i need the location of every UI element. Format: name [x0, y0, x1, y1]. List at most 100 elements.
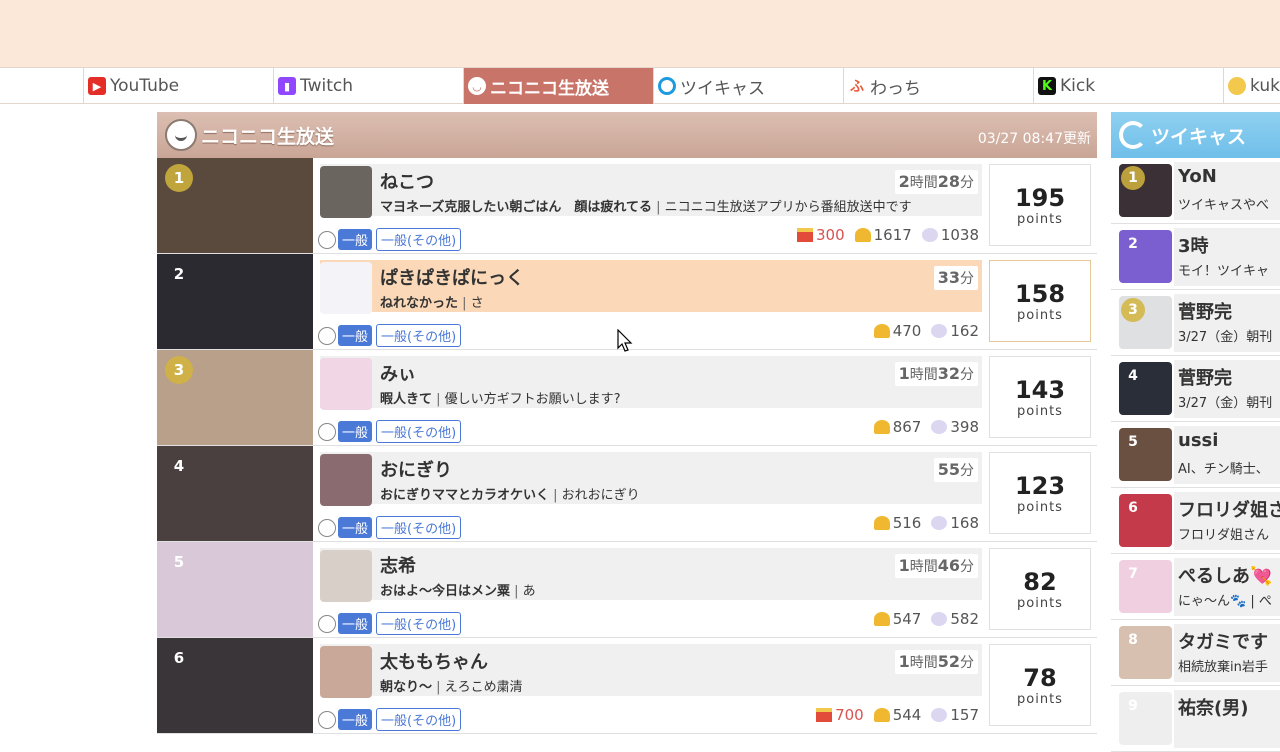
comment-stat: 1038	[921, 226, 979, 244]
side-ranking-row[interactable]: 9 祐奈(男)	[1111, 686, 1280, 752]
side-streamer-name[interactable]: 菅野完	[1178, 364, 1232, 390]
stream-stats: 300 1617 1038	[796, 226, 979, 244]
points-box: 82 points	[989, 548, 1091, 630]
subcategory-badge[interactable]: 一般(その他)	[376, 612, 462, 635]
subcategory-badge[interactable]: 一般(その他)	[376, 420, 462, 443]
category-badge[interactable]: 一般	[338, 613, 373, 634]
ranking-row[interactable]: 5 志希 おはよ～今日はメン粟 | あ 1時間46分 一般 一般(その他) 54…	[157, 542, 1097, 638]
stream-stats: 867 398	[873, 418, 979, 436]
niconico-small-icon	[318, 614, 336, 633]
gift-stat: 300	[796, 226, 845, 244]
side-streamer-name[interactable]: タガミです	[1178, 628, 1268, 654]
side-streamer-name[interactable]: ぺるしあ💘	[1178, 562, 1272, 588]
stream-info[interactable]: ぱきぱきぱにっく ねれなかった | さ 33分	[320, 260, 982, 314]
rank-badge: 4	[173, 457, 185, 475]
duration-minutes: 55	[937, 460, 960, 479]
stream-title-text: 暇人きて	[380, 392, 433, 407]
category-tags: 一般 一般(その他)	[318, 516, 462, 539]
stream-title: おにぎりママとカラオケいく | おれおにぎり	[380, 484, 640, 503]
category-badge[interactable]: 一般	[338, 325, 373, 346]
stream-thumbnail[interactable]: 6	[157, 638, 313, 733]
avatar[interactable]	[320, 646, 372, 698]
category-badge[interactable]: 一般	[338, 421, 373, 442]
tab-niconico[interactable]: ◡ ニコニコ生放送	[463, 68, 653, 104]
gift-count: 300	[815, 226, 845, 244]
side-ranking-row[interactable]: 1 YoN ツイキャスやべ	[1111, 158, 1280, 224]
side-streamer-name[interactable]: ussi	[1178, 430, 1218, 451]
side-streamer-name[interactable]: 菅野完	[1178, 298, 1232, 324]
tab-twitch[interactable]: ▮ Twitch	[273, 68, 463, 104]
stream-info[interactable]: おにぎり おにぎりママとカラオケいく | おれおにぎり 55分	[320, 452, 982, 506]
stream-info[interactable]: ねこつ マヨネーズ克服したい朝ごはん 顔は疲れてる | ニコニコ生放送アプリから…	[320, 164, 982, 218]
subcategory-badge[interactable]: 一般(その他)	[376, 324, 462, 347]
points-label: points	[1017, 307, 1063, 323]
streamer-name[interactable]: ぱきぱきぱにっく	[380, 264, 524, 290]
stream-subtitle: 優しい方ギフトお願いします?	[444, 392, 621, 407]
stream-thumbnail[interactable]: 2	[157, 254, 313, 349]
stream-stats: 516 168	[873, 514, 979, 532]
side-ranking-row[interactable]: 2 3時 モイ！ツイキャ	[1111, 224, 1280, 290]
stream-duration: 1時間46分	[894, 554, 978, 578]
subcategory-badge[interactable]: 一般(その他)	[376, 228, 462, 251]
streamer-name[interactable]: ねこつ	[380, 168, 434, 194]
points-value: 143	[1014, 375, 1066, 404]
side-ranking-row[interactable]: 3 菅野完 3/27（金）朝刊	[1111, 290, 1280, 356]
stream-thumbnail[interactable]: 4	[157, 446, 313, 541]
stream-duration: 55分	[933, 458, 978, 482]
tab-youtube[interactable]: ▶ YouTube	[83, 68, 273, 104]
duration-minutes-unit: 分	[960, 655, 974, 671]
ranking-row[interactable]: 3 みぃ 暇人きて | 優しい方ギフトお願いします? 1時間32分 一般 一般(…	[157, 350, 1097, 446]
tab-label: Twitch	[300, 76, 353, 96]
side-ranking-row[interactable]: 6 フロリダ姐さ フロリダ姐さん	[1111, 488, 1280, 554]
side-rank-badge: 1	[1121, 166, 1145, 190]
stream-info[interactable]: 志希 おはよ～今日はメン粟 | あ 1時間46分	[320, 548, 982, 602]
category-badge[interactable]: 一般	[338, 517, 373, 538]
separator: |	[549, 488, 562, 503]
points-box: 195 points	[989, 164, 1091, 246]
streamer-name[interactable]: おにぎり	[380, 456, 452, 482]
side-streamer-name[interactable]: 3時	[1178, 232, 1209, 258]
streamer-name[interactable]: 太ももちゃん	[380, 648, 488, 674]
viewer-stat: 547	[873, 610, 921, 628]
streamer-name[interactable]: みぃ	[380, 360, 416, 386]
stream-info[interactable]: みぃ 暇人きて | 優しい方ギフトお願いします? 1時間32分	[320, 356, 982, 410]
side-streamer-name[interactable]: 祐奈(男)	[1178, 694, 1248, 720]
stream-thumbnail[interactable]: 1	[157, 158, 313, 253]
avatar[interactable]	[320, 166, 372, 218]
stream-subtitle: えろこめ粛清	[444, 680, 523, 695]
viewers-icon	[873, 324, 890, 338]
stream-thumbnail[interactable]: 5	[157, 542, 313, 637]
comment-icon	[921, 228, 938, 242]
ranking-row[interactable]: 4 おにぎり おにぎりママとカラオケいく | おれおにぎり 55分 一般 一般(…	[157, 446, 1097, 542]
streamer-name[interactable]: 志希	[380, 552, 416, 578]
tab-twitcasting[interactable]: ツイキャス	[653, 68, 843, 104]
side-ranking-row[interactable]: 8 タガミです 相続放棄in岩手	[1111, 620, 1280, 686]
avatar[interactable]	[320, 358, 372, 410]
stream-info[interactable]: 太ももちゃん 朝なり～ | えろこめ粛清 1時間52分	[320, 644, 982, 698]
avatar[interactable]	[320, 454, 372, 506]
category-badge[interactable]: 一般	[338, 229, 373, 250]
side-streamer-name[interactable]: フロリダ姐さ	[1178, 496, 1280, 522]
side-ranking-row[interactable]: 7 ぺるしあ💘 にゃ～ん🐾 | ぺ	[1111, 554, 1280, 620]
comment-count: 1038	[940, 226, 979, 244]
avatar[interactable]	[320, 262, 372, 314]
tab-kuku[interactable]: kuk	[1223, 68, 1280, 104]
subcategory-badge[interactable]: 一般(その他)	[376, 516, 462, 539]
stream-duration: 2時間28分	[894, 170, 978, 194]
stream-subtitle: さ	[470, 296, 484, 311]
ranking-row[interactable]: 1 ねこつ マヨネーズ克服したい朝ごはん 顔は疲れてる | ニコニコ生放送アプリ…	[157, 158, 1097, 254]
tab-kick[interactable]: K Kick	[1033, 68, 1223, 104]
duration-hours: 2	[898, 172, 910, 191]
side-streamer-name[interactable]: YoN	[1178, 166, 1217, 187]
avatar[interactable]	[320, 550, 372, 602]
side-ranking-row[interactable]: 4 菅野完 3/27（金）朝刊	[1111, 356, 1280, 422]
duration-hours-unit: 時間	[909, 367, 938, 383]
side-rank-badge: 6	[1128, 500, 1138, 516]
side-ranking-row[interactable]: 5 ussi AI、チン騎士、	[1111, 422, 1280, 488]
points-label: points	[1017, 403, 1063, 419]
tab-whowatch[interactable]: ふ わっち	[843, 68, 1033, 104]
stream-title: マヨネーズ克服したい朝ごはん 顔は疲れてる | ニコニコ生放送アプリから番組放送…	[380, 196, 912, 215]
comment-count: 157	[950, 706, 979, 724]
points-box: 143 points	[989, 356, 1091, 438]
stream-thumbnail[interactable]: 3	[157, 350, 313, 445]
